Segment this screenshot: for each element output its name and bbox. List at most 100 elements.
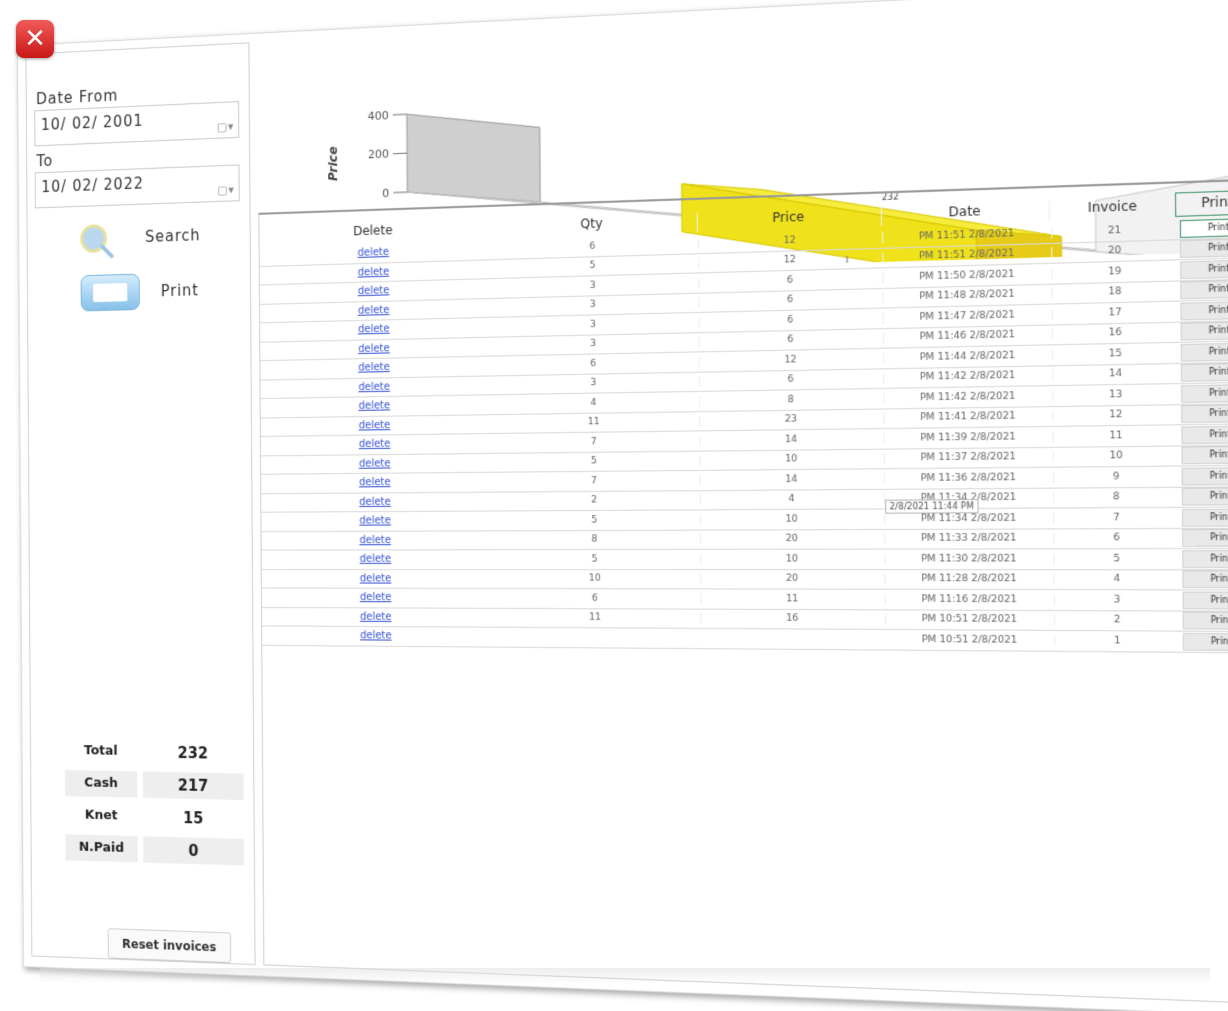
date-cell-wrap: PM 11:33 2/8/2021 bbox=[885, 533, 1054, 544]
y-tick-mark bbox=[393, 192, 407, 193]
reset-invoices-button[interactable]: Reset invoices bbox=[108, 928, 231, 963]
invoice-cell: 8 bbox=[1054, 491, 1180, 503]
print-row-button-wrap: Print bbox=[1179, 404, 1228, 423]
delete-link[interactable]: delete bbox=[261, 418, 491, 433]
invoice-cell-wrap: 8 bbox=[1054, 491, 1180, 503]
price-cell: 12 bbox=[699, 353, 883, 367]
table-row[interactable]: deletePM 10:51 2/8/20211Print bbox=[262, 626, 1228, 653]
delete-link[interactable]: delete bbox=[262, 573, 492, 585]
print-row-button[interactable]: Print bbox=[1183, 633, 1228, 651]
delete-link[interactable]: delete bbox=[262, 611, 492, 623]
price-cell-wrap: 14 bbox=[700, 473, 885, 485]
delete-link[interactable]: delete bbox=[261, 515, 491, 527]
delete-link-wrap: delete bbox=[260, 302, 490, 319]
delete-link[interactable]: delete bbox=[261, 399, 491, 414]
print-button[interactable]: Print bbox=[81, 272, 200, 312]
print-row-button-wrap: Print bbox=[1178, 280, 1228, 300]
print-row-button[interactable]: Print bbox=[1180, 238, 1228, 258]
date-from-field[interactable]: 10/ 02/ 2001 ▢▾ bbox=[34, 101, 239, 146]
qty-cell: 7 bbox=[491, 475, 699, 487]
print-row-button[interactable]: Print bbox=[1181, 384, 1228, 403]
delete-link[interactable]: delete bbox=[262, 592, 492, 604]
price-cell: 6 bbox=[699, 273, 883, 289]
print-row-button-wrap: Print bbox=[1180, 467, 1228, 486]
header-date[interactable]: Date bbox=[882, 201, 1050, 226]
delete-link[interactable]: delete bbox=[260, 244, 490, 262]
date-cell-wrap: PM 11:28 2/8/2021 bbox=[886, 574, 1055, 585]
print-row-button-wrap: Print bbox=[1179, 446, 1228, 465]
search-button[interactable]: Search bbox=[80, 221, 200, 253]
print-row-button[interactable]: Print bbox=[1181, 363, 1228, 382]
qty-cell: 10 bbox=[492, 574, 700, 585]
delete-link-wrap: delete bbox=[261, 515, 491, 527]
calendar-dropdown-icon[interactable]: ▢▾ bbox=[217, 183, 235, 197]
print-row-button[interactable]: Print bbox=[1180, 259, 1228, 279]
print-row-button[interactable]: Print bbox=[1181, 342, 1228, 361]
delete-link[interactable]: delete bbox=[260, 379, 490, 394]
qty-cell: 3 bbox=[490, 337, 698, 352]
calendar-dropdown-icon[interactable]: ▢▾ bbox=[217, 120, 235, 134]
invoice-cell-wrap: 16 bbox=[1052, 326, 1178, 340]
delete-link[interactable]: delete bbox=[261, 476, 491, 489]
delete-link[interactable]: delete bbox=[261, 496, 491, 509]
table-row[interactable]: delete510PM 11:30 2/8/20215Print bbox=[262, 549, 1228, 570]
delete-link[interactable]: delete bbox=[261, 457, 491, 471]
table-row[interactable]: delete1020PM 11:28 2/8/20214Print bbox=[262, 570, 1228, 591]
price-cell-wrap bbox=[701, 638, 886, 639]
print-row-button[interactable]: Print bbox=[1182, 488, 1228, 506]
date-cell-wrap: PM 11:39 2/8/2021 bbox=[885, 431, 1054, 444]
close-x-icon[interactable]: ✕ bbox=[16, 20, 54, 58]
print-row-button[interactable]: Print bbox=[1182, 425, 1228, 444]
print-row-button-wrap: Print bbox=[1180, 591, 1228, 609]
delete-link[interactable]: delete bbox=[262, 554, 492, 566]
delete-link[interactable]: delete bbox=[260, 341, 490, 357]
print-row-button[interactable]: Print bbox=[1180, 218, 1228, 238]
delete-link-wrap: delete bbox=[261, 534, 491, 546]
qty-cell: 11 bbox=[492, 612, 700, 624]
invoice-cell: 11 bbox=[1053, 430, 1179, 443]
invoice-cell: 7 bbox=[1054, 512, 1180, 524]
print-row-button[interactable]: Print bbox=[1181, 280, 1228, 300]
qty-cell: 3 bbox=[490, 317, 698, 332]
print-row-button[interactable]: Print bbox=[1181, 404, 1228, 423]
invoice-cell-wrap: 11 bbox=[1053, 430, 1179, 443]
print-row-button[interactable]: Print bbox=[1183, 612, 1228, 630]
delete-link[interactable]: delete bbox=[260, 283, 490, 300]
print-row-button[interactable]: Print bbox=[1181, 321, 1228, 341]
print-row-button[interactable]: Print bbox=[1182, 446, 1228, 465]
header-invoice[interactable]: Invoice bbox=[1050, 197, 1176, 221]
qty-cell-wrap: 5 bbox=[491, 455, 700, 468]
table-row[interactable]: delete820PM 11:33 2/8/20216Print bbox=[261, 528, 1228, 550]
date-cell: PM 11:42 2/8/2021 bbox=[884, 370, 1051, 384]
date-to-field[interactable]: 10/ 02/ 2022 ▢▾ bbox=[35, 164, 240, 208]
print-row-button[interactable]: Print bbox=[1182, 529, 1228, 547]
delete-link[interactable]: delete bbox=[260, 321, 490, 338]
print-row-button[interactable]: Print bbox=[1181, 301, 1228, 321]
date-cell: PM 11:46 2/8/2021 bbox=[884, 329, 1051, 343]
date-cell-wrap: PM 11:16 2/8/2021 bbox=[886, 594, 1055, 605]
delete-link[interactable]: delete bbox=[260, 302, 490, 319]
print-row-button[interactable]: Print bbox=[1182, 508, 1228, 526]
print-row-button-wrap: Print bbox=[1178, 259, 1228, 279]
print-row-button[interactable]: Print bbox=[1183, 571, 1228, 589]
delete-link[interactable]: delete bbox=[260, 263, 490, 281]
delete-link[interactable]: delete bbox=[262, 630, 492, 643]
delete-link[interactable]: delete bbox=[261, 437, 491, 451]
print-row-button[interactable]: Print bbox=[1182, 550, 1228, 568]
header-price[interactable]: Price bbox=[697, 207, 881, 232]
price-cell-wrap: 12 bbox=[699, 232, 884, 248]
date-cell-wrap: PM 10:51 2/8/2021 bbox=[886, 614, 1055, 626]
print-row-button[interactable]: Print bbox=[1182, 467, 1228, 486]
date-cell: PM 11:34 2/8/2021 bbox=[885, 513, 1052, 525]
print-row-button-wrap: Print bbox=[1179, 342, 1228, 361]
date-cell-wrap: PM 11:51 2/8/2021 bbox=[883, 227, 1052, 243]
header-print[interactable]: Print bbox=[1175, 190, 1228, 217]
print-row-button[interactable]: Print bbox=[1183, 591, 1228, 609]
delete-link[interactable]: delete bbox=[260, 360, 490, 376]
date-cell-wrap: PM 11:46 2/8/2021 bbox=[884, 329, 1053, 343]
price-cell: 10 bbox=[701, 514, 885, 526]
price-cell-wrap: 10 bbox=[701, 514, 886, 526]
delete-link[interactable]: delete bbox=[261, 534, 491, 546]
delete-link-wrap: delete bbox=[262, 592, 492, 604]
price-cell-wrap: 6 bbox=[699, 313, 884, 328]
